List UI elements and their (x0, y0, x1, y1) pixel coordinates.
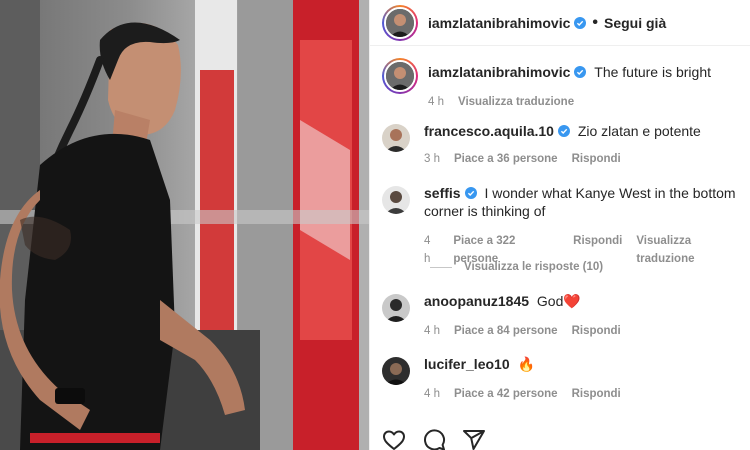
comment-likes[interactable]: Piace a 42 persone (454, 385, 558, 403)
reply-button[interactable]: Rispondi (572, 322, 621, 340)
comment-likes[interactable]: Piace a 84 persone (454, 322, 558, 340)
comment-username[interactable]: francesco.aquila.10 (424, 123, 554, 139)
comment-time: 4 h (424, 388, 440, 400)
comment-text: 🔥 (517, 356, 535, 372)
comment-avatar[interactable] (382, 124, 410, 152)
action-bar (382, 428, 486, 450)
reply-button[interactable]: Rispondi (572, 150, 621, 168)
comment-translate-link[interactable]: Visualizza traduzione (636, 232, 748, 268)
share-icon[interactable] (462, 428, 486, 450)
verified-badge-icon (574, 66, 587, 78)
comment-item: anoopanuz1845 God❤️ 4 h Piace a 84 perso… (382, 292, 748, 340)
author-username[interactable]: iamzlatanibrahimovic (428, 15, 570, 31)
comment-time: 4 h (424, 325, 440, 337)
caption-avatar[interactable] (382, 58, 418, 94)
comments-panel: iamzlatanibrahimovic • Segui già iamzlat… (369, 0, 750, 450)
caption-username[interactable]: iamzlatanibrahimovic (428, 64, 570, 80)
verified-badge-icon (464, 187, 477, 199)
caption-translate-link[interactable]: Visualizza traduzione (458, 93, 574, 111)
separator-dot: • (592, 13, 598, 31)
reply-button[interactable]: Rispondi (572, 385, 621, 403)
view-replies-label: Visualizza le risposte (10) (464, 261, 604, 273)
heart-icon[interactable] (382, 428, 406, 450)
comment-username[interactable]: anoopanuz1845 (424, 293, 529, 309)
comment-icon[interactable] (422, 428, 446, 450)
post-header: iamzlatanibrahimovic • Segui già (370, 0, 750, 46)
verified-badge-icon (557, 125, 570, 137)
replies-divider (430, 266, 452, 268)
following-button[interactable]: Segui già (604, 15, 666, 31)
comment-username[interactable]: lucifer_leo10 (424, 356, 510, 372)
caption-time: 4 h (428, 96, 444, 108)
comment-avatar[interactable] (382, 357, 410, 385)
caption: iamzlatanibrahimovic The future is brigh… (382, 58, 748, 111)
comment-time: 3 h (424, 153, 440, 165)
caption-text: The future is bright (594, 64, 712, 80)
verified-badge-icon (574, 16, 587, 29)
comment-username[interactable]: seffis (424, 185, 461, 201)
post-photo-drawing (0, 0, 369, 450)
post-photo (0, 0, 369, 450)
comment-item: francesco.aquila.10 Zio zlatan e potente… (382, 122, 748, 168)
comment-item: seffis I wonder what Kanye West in the b… (382, 184, 748, 268)
view-replies-button[interactable]: Visualizza le risposte (10) (430, 261, 603, 273)
comment-text: Zio zlatan e potente (577, 123, 701, 139)
author-avatar[interactable] (382, 4, 418, 41)
comment-avatar[interactable] (382, 294, 410, 322)
comment-likes[interactable]: Piace a 36 persone (454, 150, 558, 168)
comment-item: lucifer_leo10 🔥 4 h Piace a 42 persone R… (382, 355, 748, 403)
comment-text: God❤️ (536, 293, 581, 309)
comment-avatar[interactable] (382, 186, 410, 214)
